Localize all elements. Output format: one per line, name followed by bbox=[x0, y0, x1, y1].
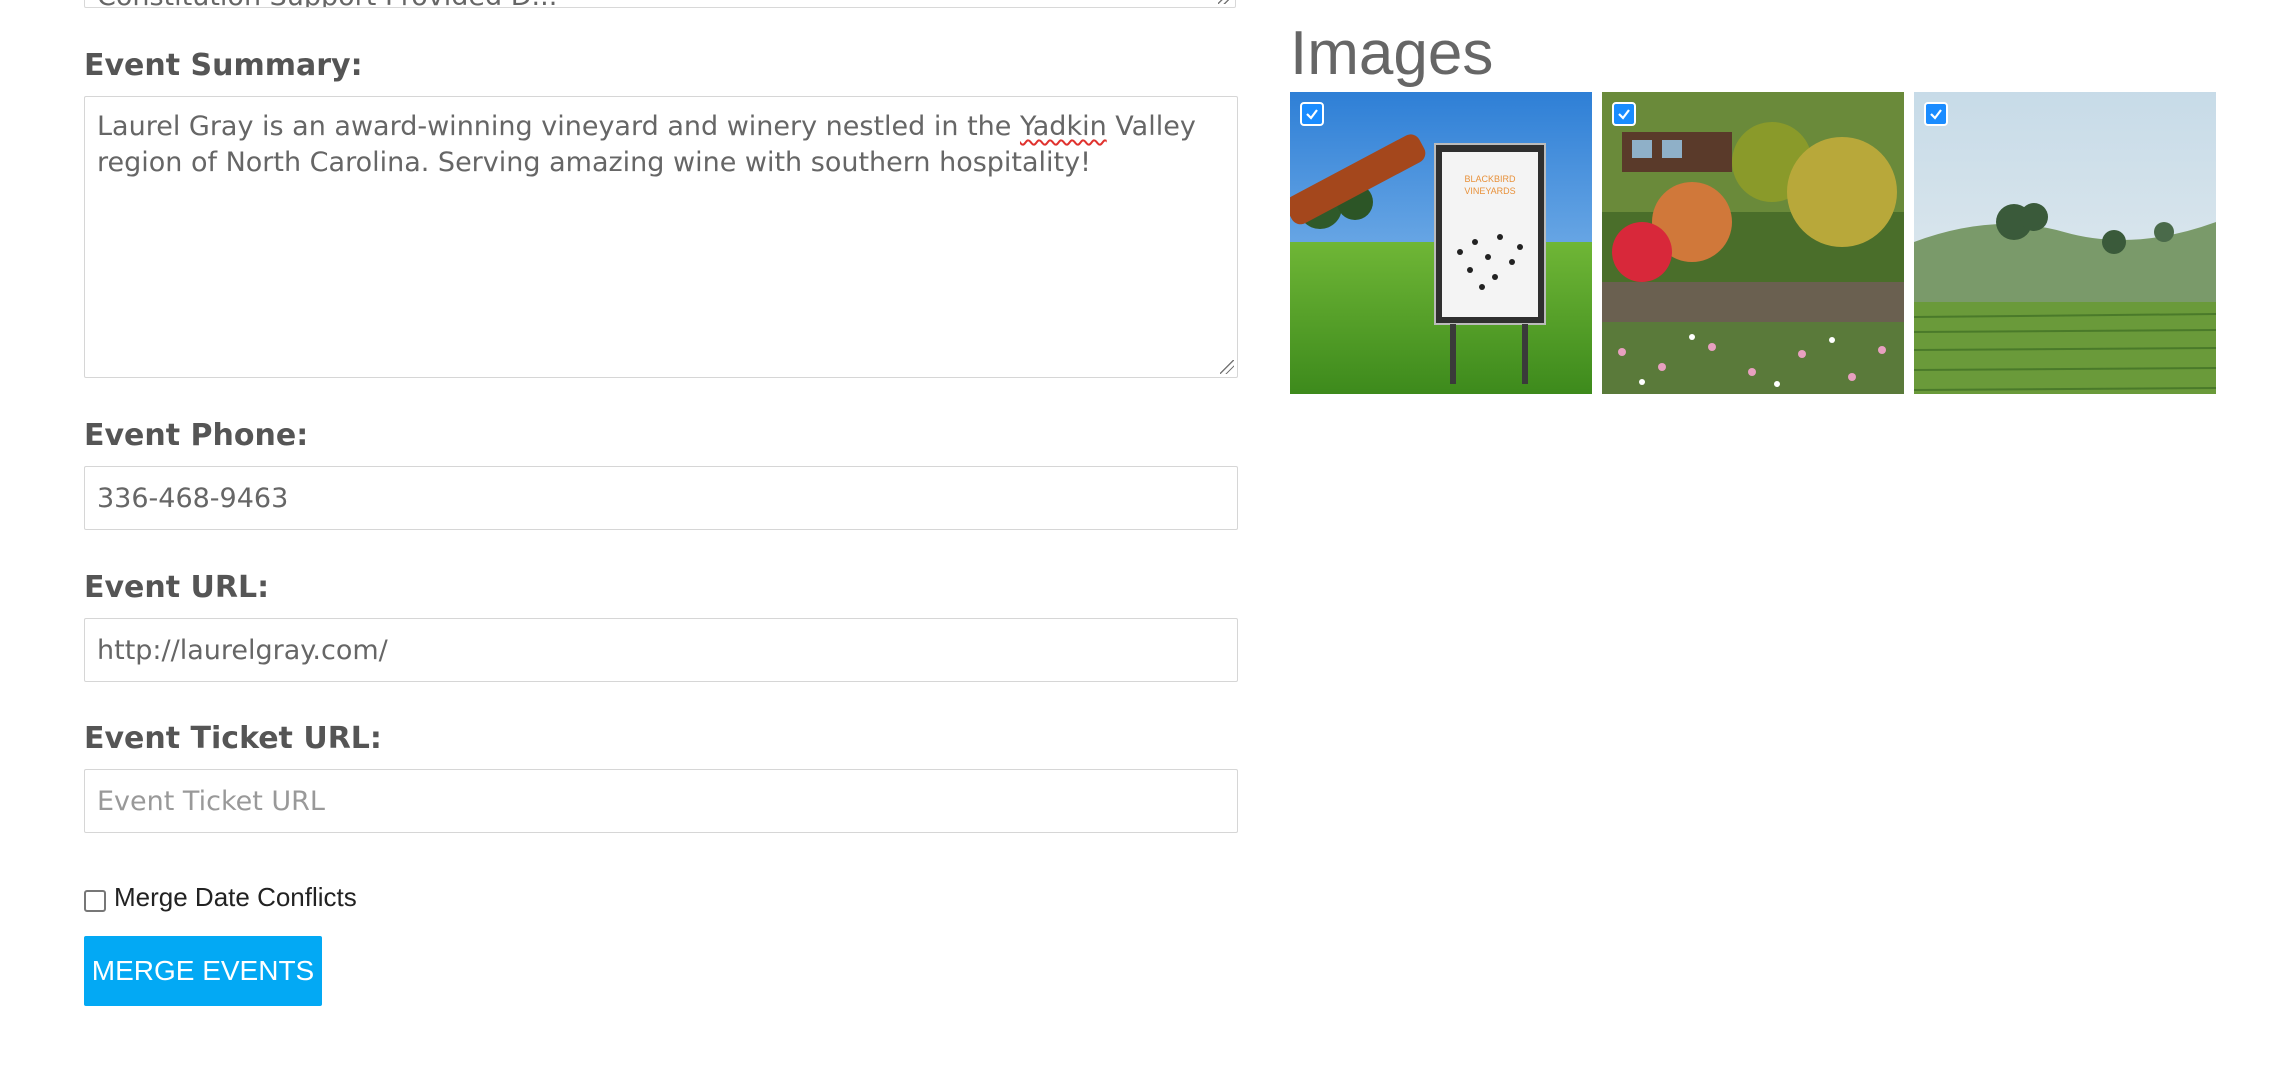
url-input[interactable]: http://laurelgray.com/ bbox=[84, 618, 1238, 682]
ticket-url-label: Event Ticket URL: bbox=[84, 721, 382, 756]
check-icon bbox=[1306, 109, 1318, 120]
merge-conflicts-checkbox[interactable] bbox=[84, 889, 106, 912]
previous-textarea-text: Constitution Support Provided D... bbox=[97, 0, 557, 7]
image-checkbox-2[interactable] bbox=[1612, 102, 1636, 126]
svg-text:VINEYARDS: VINEYARDS bbox=[1464, 186, 1515, 196]
svg-text:BLACKBIRD: BLACKBIRD bbox=[1464, 174, 1516, 184]
phone-label: Event Phone: bbox=[84, 418, 309, 453]
merge-conflicts-label[interactable]: Merge Date Conflicts bbox=[114, 882, 357, 913]
vineyard-image bbox=[1914, 92, 2216, 394]
summary-text-misspelled: Yadkin bbox=[1019, 111, 1107, 142]
previous-textarea[interactable]: Constitution Support Provided D... bbox=[84, 0, 1236, 8]
phone-input[interactable]: 336-468-9463 bbox=[84, 466, 1238, 530]
images-panel: Images BLACKBIRD VINEYARDS bbox=[1290, 0, 2220, 420]
check-icon bbox=[1930, 109, 1942, 120]
check-icon bbox=[1618, 109, 1630, 120]
resize-grip-icon[interactable] bbox=[1220, 360, 1234, 374]
ticket-url-input[interactable]: Event Ticket URL bbox=[84, 769, 1238, 833]
images-title: Images bbox=[1290, 19, 1494, 88]
summary-text-part1: Laurel Gray is an award-winning vineyard… bbox=[97, 111, 1020, 142]
image-checkbox-1[interactable] bbox=[1300, 102, 1324, 126]
merge-events-button[interactable]: MERGE EVENTS bbox=[84, 936, 322, 1006]
merge-conflicts-row: Merge Date Conflicts bbox=[84, 882, 357, 913]
summary-label: Event Summary: bbox=[84, 48, 363, 83]
resize-grip-icon[interactable] bbox=[1218, 0, 1232, 4]
garden-image bbox=[1602, 92, 1904, 394]
image-thumb-blackbird-sign[interactable]: BLACKBIRD VINEYARDS bbox=[1290, 92, 1592, 394]
summary-textarea[interactable]: Laurel Gray is an award-winning vineyard… bbox=[84, 96, 1238, 378]
image-checkbox-3[interactable] bbox=[1924, 102, 1948, 126]
image-thumb-garden[interactable] bbox=[1602, 92, 1904, 394]
url-label: Event URL: bbox=[84, 570, 270, 605]
image-thumb-vineyard[interactable] bbox=[1914, 92, 2216, 394]
blackbird-sign-image: BLACKBIRD VINEYARDS bbox=[1290, 92, 1592, 394]
